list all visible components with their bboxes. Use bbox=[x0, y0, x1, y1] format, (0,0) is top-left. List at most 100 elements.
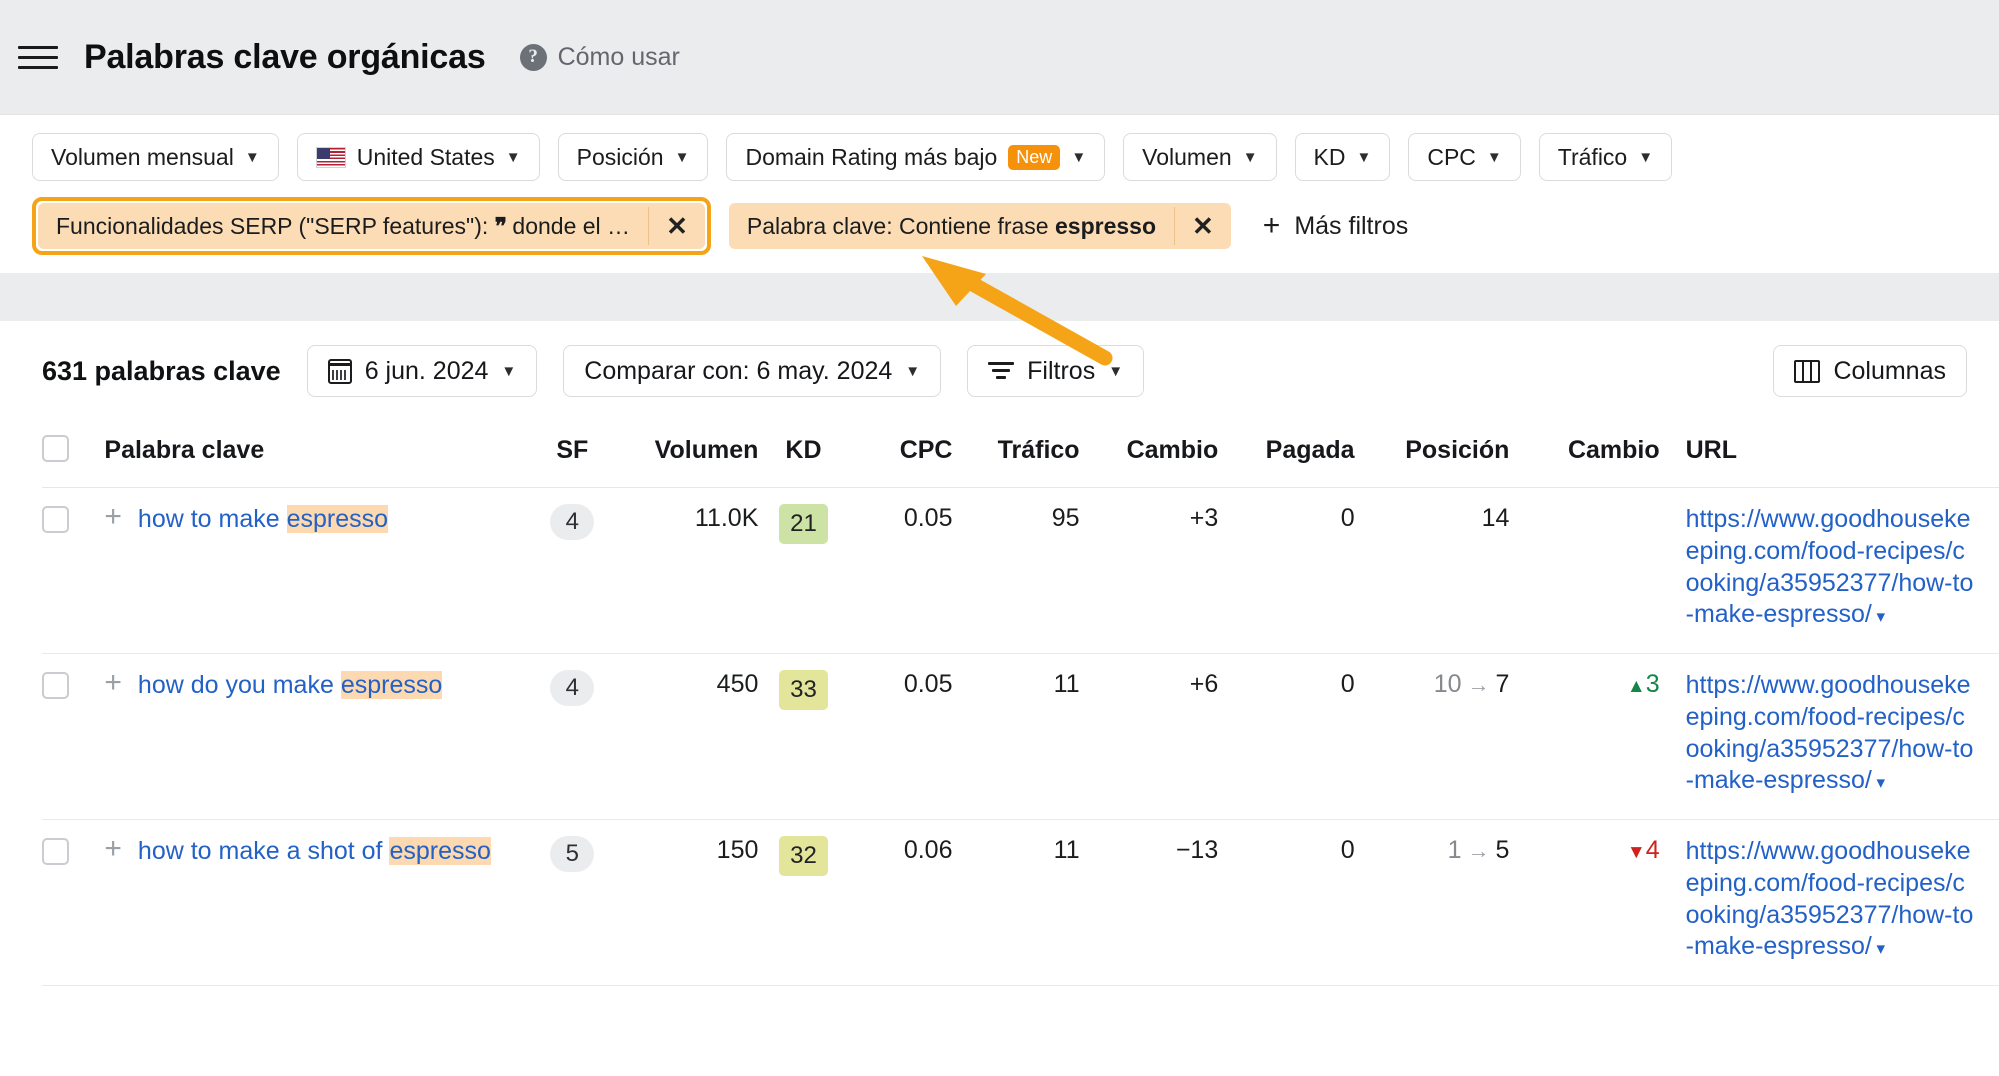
keyword-link[interactable]: how do you make espresso bbox=[138, 670, 443, 701]
compare-date-button[interactable]: Comparar con: 6 may. 2024 ▼ bbox=[563, 345, 942, 397]
column-header-keyword[interactable]: Palabra clave bbox=[104, 421, 528, 488]
keyword-link[interactable]: how to make a shot of espresso bbox=[138, 836, 491, 867]
more-filters-button[interactable]: + Más filtros bbox=[1263, 209, 1408, 243]
filter-trafico[interactable]: Tráfico ▼ bbox=[1538, 133, 1673, 181]
section-divider bbox=[0, 273, 1999, 321]
filter-label: Volumen mensual bbox=[51, 143, 234, 170]
column-header-trafico[interactable]: Tráfico bbox=[952, 421, 1080, 488]
traffic-change-cell: −13 bbox=[1079, 819, 1219, 986]
column-header-kd[interactable]: KD bbox=[758, 421, 849, 488]
keyword-cell: + how to make a shot of espresso bbox=[104, 819, 528, 986]
close-icon[interactable]: ✕ bbox=[649, 211, 705, 242]
row-checkbox[interactable] bbox=[42, 505, 69, 533]
columns-button[interactable]: Columnas bbox=[1773, 345, 1967, 397]
add-keyword-icon[interactable]: + bbox=[104, 502, 122, 531]
posicion-cell: 1 → 5 bbox=[1354, 819, 1510, 986]
chevron-down-icon: ▼ bbox=[1486, 148, 1502, 166]
kd-cell: 33 bbox=[758, 653, 849, 820]
position-change-cell bbox=[1509, 487, 1660, 654]
url-link[interactable]: https://www.goodhouseke eping.com/food-re… bbox=[1686, 671, 1974, 794]
chevron-down-icon[interactable]: ▾ bbox=[1872, 939, 1886, 958]
column-header-posicion[interactable]: Posición bbox=[1354, 421, 1510, 488]
url-cell: https://www.goodhouseke eping.com/food-re… bbox=[1659, 653, 1999, 820]
triangle-up-icon: ▲ bbox=[1626, 676, 1646, 697]
hamburger-menu-icon[interactable] bbox=[18, 37, 58, 77]
table-row[interactable]: + how do you make espresso 4 450 33 0.05 11 +6 0… bbox=[42, 653, 1999, 820]
row-checkbox[interactable] bbox=[42, 671, 69, 699]
sf-cell: 4 bbox=[527, 487, 618, 654]
chevron-down-icon[interactable]: ▾ bbox=[1872, 607, 1886, 626]
filter-posicion[interactable]: Posición ▼ bbox=[557, 133, 709, 181]
plus-icon: + bbox=[1262, 209, 1281, 242]
chevron-down-icon: ▼ bbox=[244, 148, 260, 166]
table-row[interactable]: + how to make a shot of espresso 5 150 32 0.0… bbox=[42, 819, 1999, 986]
position-current: 5 bbox=[1495, 836, 1510, 864]
filter-panel: Volumen mensual ▼ United States ▼ Posici… bbox=[0, 114, 1999, 273]
arrow-right-icon: → bbox=[1467, 838, 1490, 863]
chevron-down-icon[interactable]: ▾ bbox=[1872, 773, 1886, 792]
filter-kd[interactable]: KD ▼ bbox=[1294, 133, 1391, 181]
url-cell: https://www.goodhouseke eping.com/food-re… bbox=[1659, 487, 1999, 654]
url-link[interactable]: https://www.goodhouseke eping.com/food-re… bbox=[1686, 505, 1974, 628]
row-checkbox[interactable] bbox=[42, 837, 69, 865]
filter-volumen-mensual[interactable]: Volumen mensual ▼ bbox=[32, 133, 279, 181]
serp-features-filter-chip[interactable]: Funcionalidades SERP ("SERP features"): … bbox=[38, 203, 705, 249]
filter-icon bbox=[988, 361, 1015, 381]
close-icon[interactable]: ✕ bbox=[1175, 211, 1231, 242]
add-keyword-icon[interactable]: + bbox=[104, 834, 122, 863]
chevron-down-icon: ▼ bbox=[1242, 148, 1258, 166]
row-select-cell bbox=[42, 487, 105, 654]
filters-button[interactable]: Filtros ▼ bbox=[967, 345, 1145, 397]
sf-badge[interactable]: 4 bbox=[550, 504, 595, 540]
column-header-cambio-traffic[interactable]: Cambio bbox=[1079, 421, 1219, 488]
keyword-link[interactable]: how to make espresso bbox=[138, 504, 389, 535]
table-header-row: Palabra clave SF Volumen KD CPC Tráfico … bbox=[42, 421, 1999, 488]
table-row[interactable]: + how to make espresso 4 11.0K 21 0.05 95 +3 0 14… bbox=[42, 487, 1999, 654]
filter-volumen[interactable]: Volumen ▼ bbox=[1123, 133, 1277, 181]
sf-cell: 5 bbox=[527, 819, 618, 986]
trafico-cell: 11 bbox=[952, 653, 1080, 820]
filter-dropdown-row: Volumen mensual ▼ United States ▼ Posici… bbox=[32, 133, 1999, 181]
column-header-sf[interactable]: SF bbox=[527, 421, 618, 488]
column-header-cambio-position[interactable]: Cambio bbox=[1509, 421, 1660, 488]
filter-domain-rating[interactable]: Domain Rating más bajo New ▼ bbox=[726, 133, 1106, 181]
traffic-change-cell: +6 bbox=[1079, 653, 1219, 820]
filter-cpc[interactable]: CPC ▼ bbox=[1408, 133, 1521, 181]
sf-badge[interactable]: 5 bbox=[550, 836, 595, 872]
sf-badge[interactable]: 4 bbox=[550, 670, 595, 706]
position-current: 14 bbox=[1481, 504, 1510, 532]
posicion-cell: 14 bbox=[1354, 487, 1510, 654]
keyword-match-highlight: espresso bbox=[286, 505, 389, 533]
position-change-cell: ▼4 bbox=[1509, 819, 1660, 986]
active-filter-chip-row: Funcionalidades SERP ("SERP features"): … bbox=[32, 197, 1999, 255]
triangle-down-icon: ▼ bbox=[1626, 842, 1646, 863]
trafico-cell: 95 bbox=[952, 487, 1080, 654]
filter-label: Domain Rating más bajo bbox=[745, 143, 998, 170]
cpc-cell: 0.05 bbox=[848, 653, 953, 820]
table-toolbar: 631 palabras clave 6 jun. 2024 ▼ Compara… bbox=[0, 321, 1999, 421]
posicion-cell: 10 → 7 bbox=[1354, 653, 1510, 820]
keyword-filter-chip[interactable]: Palabra clave: Contiene frase espresso ✕ bbox=[728, 203, 1231, 249]
row-select-cell bbox=[42, 819, 105, 986]
column-header-volumen[interactable]: Volumen bbox=[617, 421, 759, 488]
position-change: ▼4 bbox=[1626, 836, 1660, 864]
column-header-url[interactable]: URL bbox=[1659, 421, 1999, 488]
position-change-cell: ▲3 bbox=[1509, 653, 1660, 820]
column-header-cpc[interactable]: CPC bbox=[848, 421, 953, 488]
keywords-table-wrap: Palabra clave SF Volumen KD CPC Tráfico … bbox=[0, 421, 1999, 986]
filter-country[interactable]: United States ▼ bbox=[296, 133, 540, 181]
cpc-cell: 0.05 bbox=[848, 487, 953, 654]
new-badge: New bbox=[1008, 144, 1061, 170]
page-header: Palabras clave orgánicas ? Cómo usar bbox=[0, 0, 1999, 114]
url-link[interactable]: https://www.goodhouseke eping.com/food-re… bbox=[1686, 837, 1974, 960]
date-picker-button[interactable]: 6 jun. 2024 ▼ bbox=[306, 345, 538, 397]
volumen-cell: 11.0K bbox=[617, 487, 759, 654]
volumen-cell: 450 bbox=[617, 653, 759, 820]
column-header-pagada[interactable]: Pagada bbox=[1218, 421, 1355, 488]
kd-badge: 33 bbox=[779, 670, 828, 710]
cpc-cell: 0.06 bbox=[848, 819, 953, 986]
select-all-checkbox[interactable] bbox=[42, 435, 69, 462]
add-keyword-icon[interactable]: + bbox=[104, 668, 122, 697]
keyword-chip-label: Palabra clave: Contiene frase espresso bbox=[746, 212, 1156, 239]
how-to-use-link[interactable]: ? Cómo usar bbox=[519, 43, 680, 72]
